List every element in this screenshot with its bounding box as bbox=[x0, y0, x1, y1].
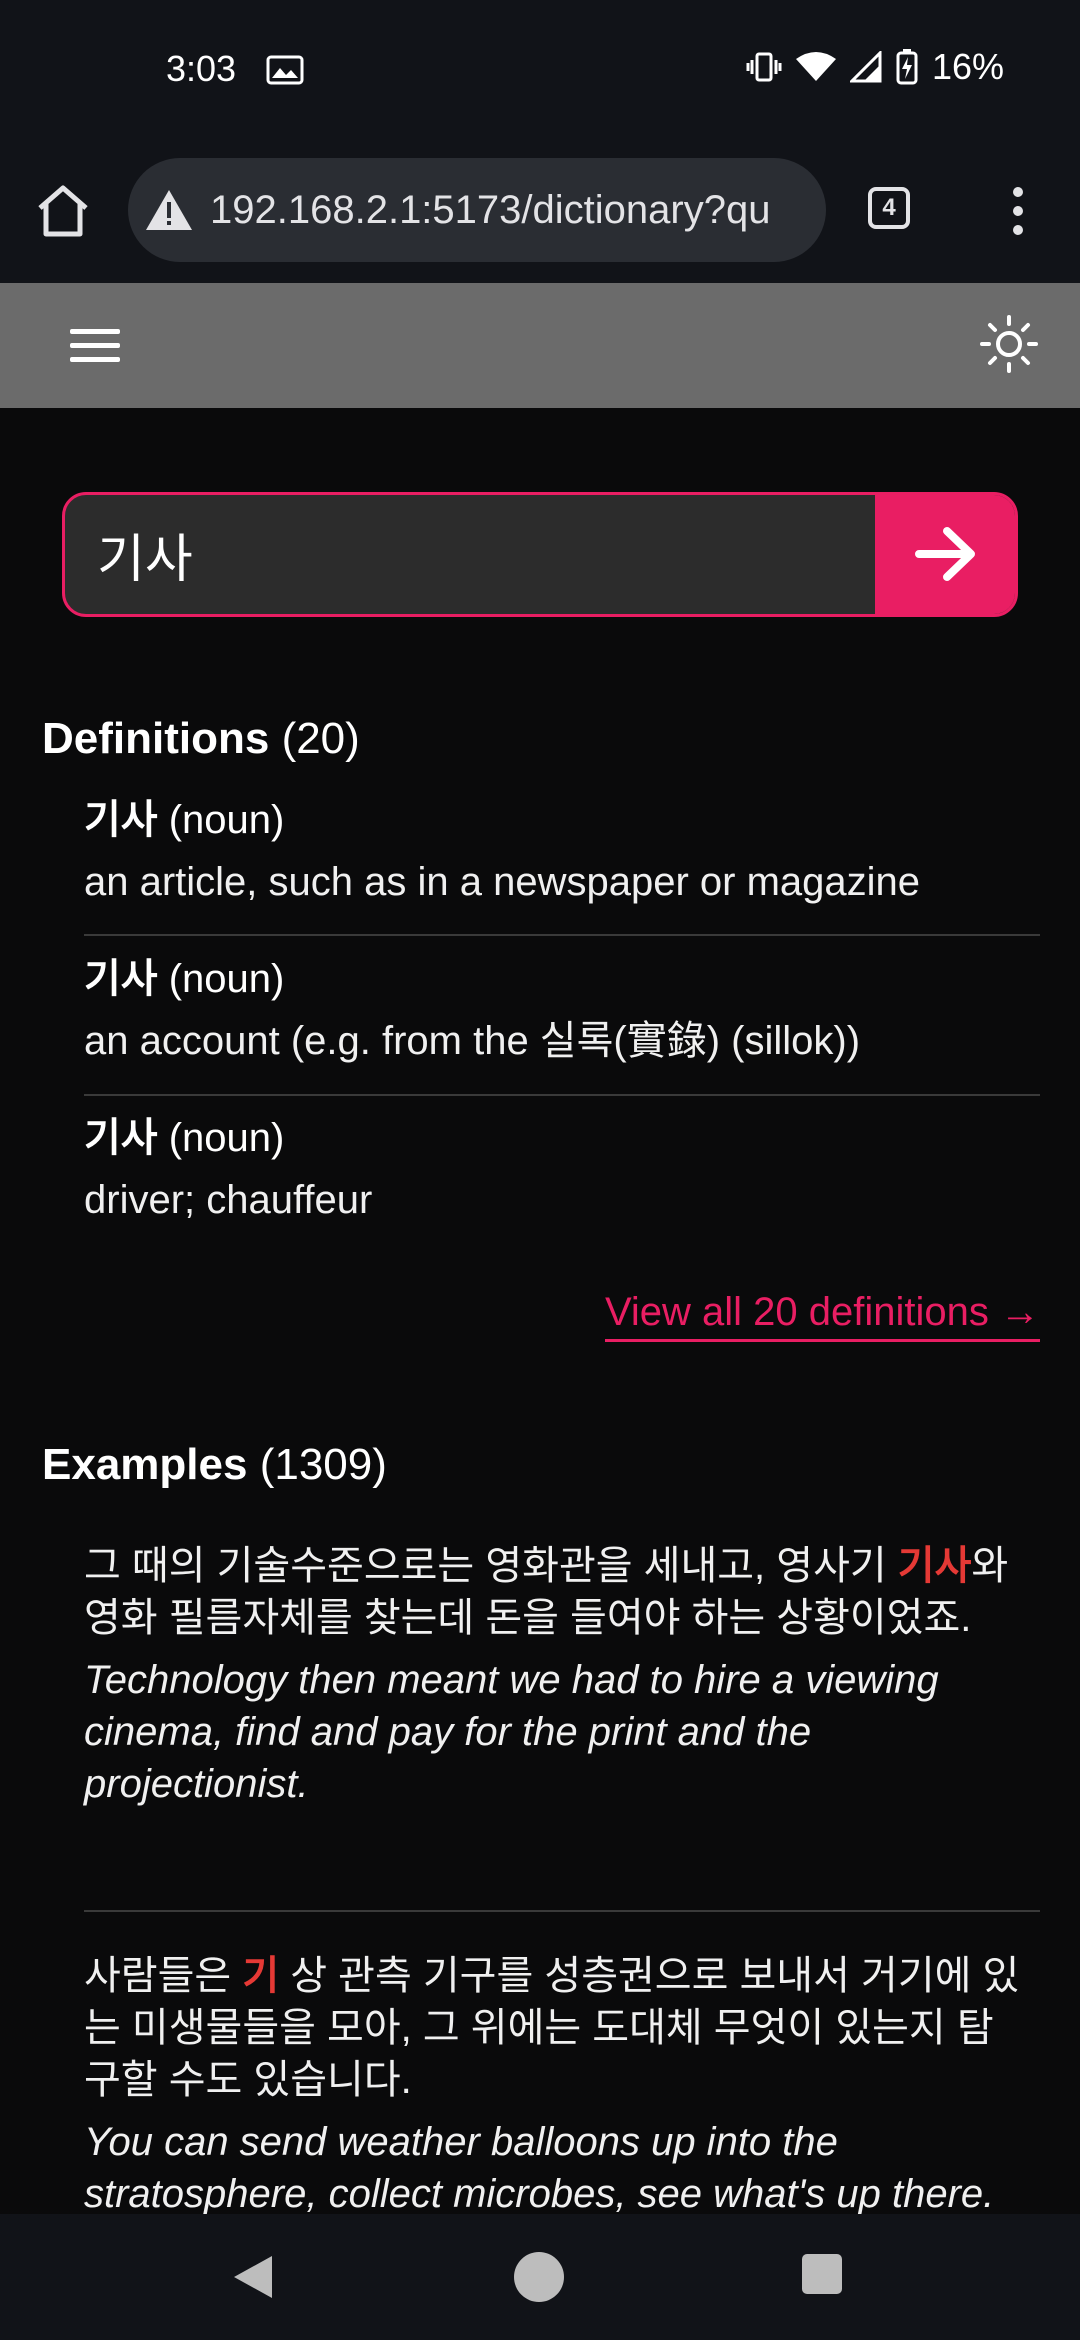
example-highlight: 기 bbox=[242, 1954, 280, 1998]
divider bbox=[84, 934, 1040, 936]
battery-percent: 16% bbox=[931, 46, 1004, 87]
image-notification-icon bbox=[266, 55, 304, 85]
definitions-heading: Definitions (20) bbox=[42, 714, 360, 764]
examples-heading: Examples (1309) bbox=[42, 1440, 387, 1490]
example-text-before: 그 때의 기술수준으로는 영화관을 세내고, 영사기 bbox=[84, 1544, 898, 1588]
definition-pos: (noun) bbox=[168, 1116, 285, 1160]
warning-icon[interactable] bbox=[144, 188, 194, 232]
definition-pos: (noun) bbox=[168, 798, 285, 842]
battery-charging-icon bbox=[896, 49, 918, 85]
system-nav-bar bbox=[0, 2214, 1080, 2340]
search-submit-button[interactable] bbox=[875, 495, 1015, 614]
hamburger-menu-icon[interactable] bbox=[62, 321, 128, 371]
url-text[interactable]: 192.168.2.1:5173/dictionary?qu bbox=[210, 188, 770, 233]
status-icons: 16% bbox=[746, 46, 1004, 88]
definition-item[interactable]: 기사 (noun) driver; chauffeur bbox=[84, 1114, 1040, 1224]
definition-item[interactable]: 기사 (noun) an article, such as in a newsp… bbox=[84, 796, 1040, 906]
example-item[interactable]: 그 때의 기술수준으로는 영화관을 세내고, 영사기 기사와 영화 필름자체를 … bbox=[84, 1540, 1024, 1810]
recents-square-icon[interactable] bbox=[802, 2254, 842, 2294]
url-bar[interactable]: 192.168.2.1:5173/dictionary?qu bbox=[128, 158, 826, 262]
browser-toolbar: 192.168.2.1:5173/dictionary?qu 4 bbox=[0, 140, 1080, 283]
home-icon[interactable] bbox=[30, 178, 96, 244]
examples-title: Examples bbox=[42, 1440, 248, 1489]
definition-meaning: driver; chauffeur bbox=[84, 1178, 373, 1222]
example-english: You can send weather balloons up into th… bbox=[84, 2120, 995, 2216]
definitions-count: (20) bbox=[281, 714, 360, 763]
search-bar bbox=[62, 492, 1018, 617]
tab-switcher-button[interactable]: 4 bbox=[868, 187, 910, 229]
example-korean: 사람들은 기 상 관측 기구를 성층권으로 보내서 거기에 있는 미생물들을 모… bbox=[84, 1950, 1024, 2106]
arrow-right-icon bbox=[915, 527, 975, 581]
definition-word: 기사 bbox=[84, 1116, 158, 1160]
back-triangle-icon[interactable] bbox=[230, 2252, 276, 2302]
definition-word: 기사 bbox=[84, 957, 158, 1001]
view-all-definitions-link[interactable]: View all 20 definitions → bbox=[604, 1290, 1040, 1342]
theme-toggle-sun-icon[interactable] bbox=[978, 313, 1040, 375]
more-options-icon[interactable] bbox=[1000, 184, 1036, 238]
divider bbox=[84, 1910, 1040, 1912]
example-highlight: 기사 bbox=[897, 1544, 972, 1588]
example-item[interactable]: 사람들은 기 상 관측 기구를 성층권으로 보내서 거기에 있는 미생물들을 모… bbox=[84, 1950, 1024, 2220]
divider bbox=[84, 1094, 1040, 1096]
status-bar: 3:03 16% bbox=[0, 0, 1080, 140]
signal-icon bbox=[849, 51, 882, 83]
example-korean: 그 때의 기술수준으로는 영화관을 세내고, 영사기 기사와 영화 필름자체를 … bbox=[84, 1540, 1024, 1644]
app-header bbox=[0, 283, 1080, 408]
definition-meaning: an account (e.g. from the 실록(實錄) (sillok… bbox=[84, 1019, 861, 1063]
examples-count: (1309) bbox=[259, 1440, 387, 1489]
home-circle-icon[interactable] bbox=[514, 2252, 564, 2302]
definition-pos: (noun) bbox=[168, 957, 285, 1001]
search-input[interactable] bbox=[65, 495, 879, 614]
definition-word: 기사 bbox=[84, 798, 158, 842]
status-time: 3:03 bbox=[166, 48, 237, 89]
definitions-title: Definitions bbox=[42, 714, 270, 763]
definition-meaning: an article, such as in a newspaper or ma… bbox=[84, 860, 921, 904]
example-english: Technology then meant we had to hire a v… bbox=[84, 1658, 939, 1806]
wifi-icon bbox=[795, 52, 836, 81]
vibrate-icon bbox=[746, 52, 782, 82]
example-text-before: 사람들은 bbox=[84, 1954, 243, 1998]
definition-item[interactable]: 기사 (noun) an account (e.g. from the 실록(實… bbox=[84, 955, 1040, 1065]
